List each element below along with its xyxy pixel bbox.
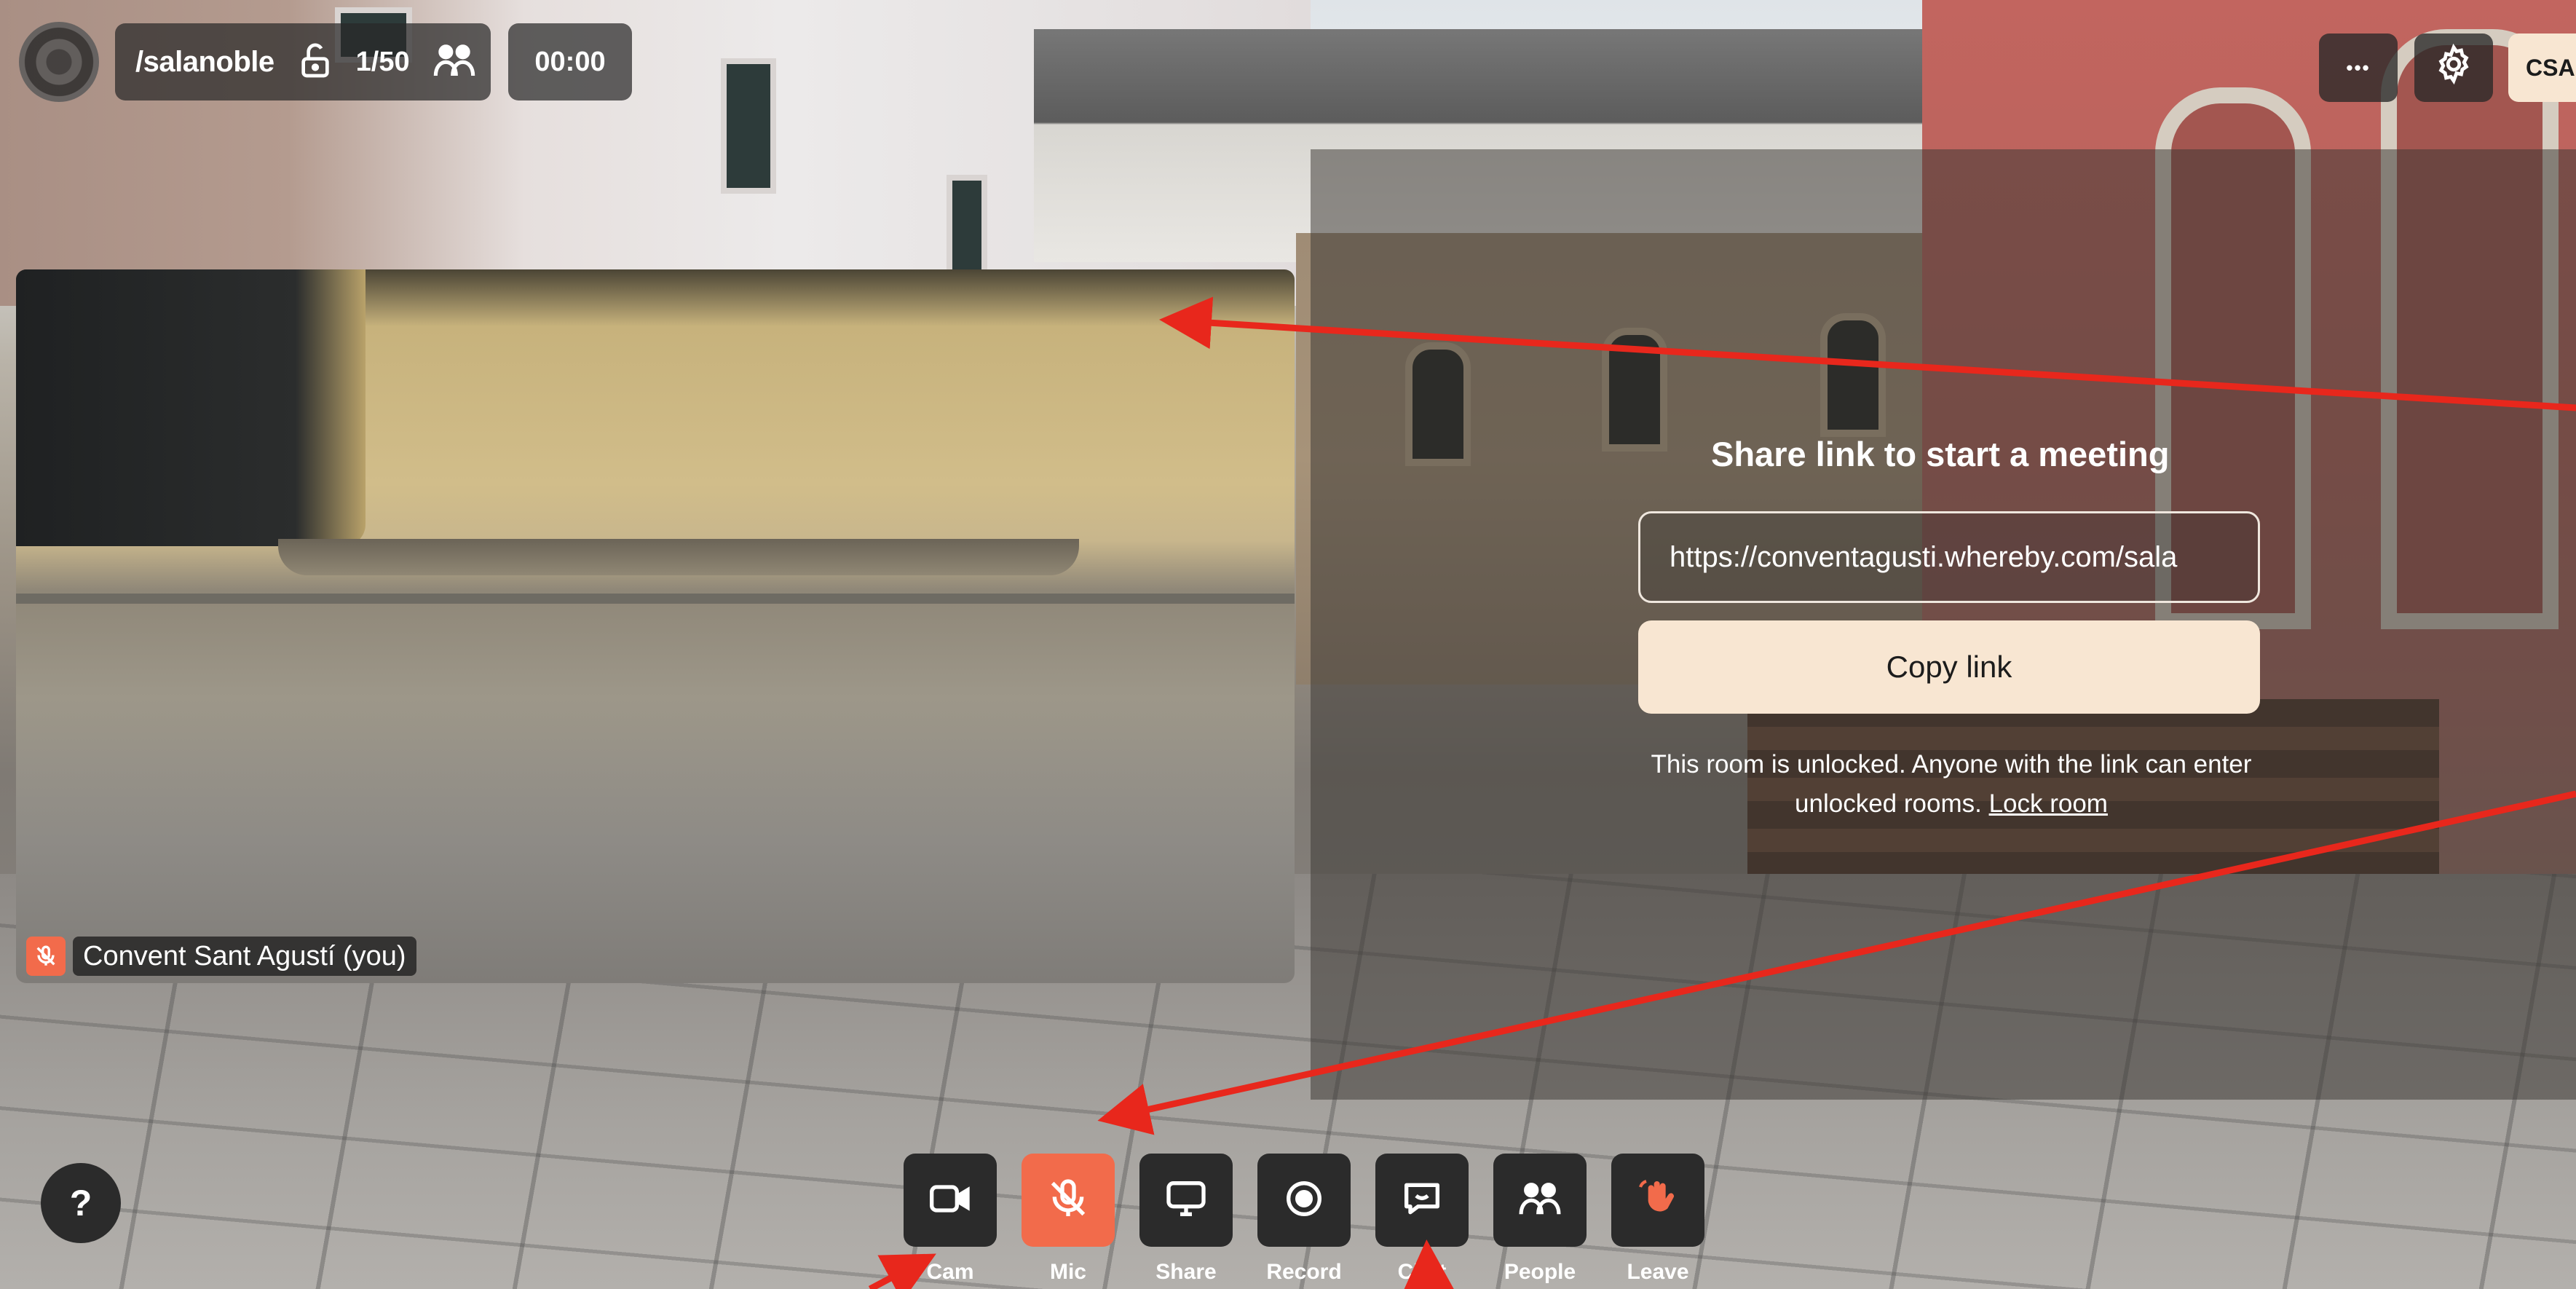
people-label: People <box>1504 1260 1576 1284</box>
leave-label: Leave <box>1627 1260 1689 1284</box>
share-panel-title: Share link to start a meeting <box>1711 435 2170 473</box>
cam-label: Cam <box>926 1260 974 1284</box>
video-frame-content <box>278 539 1079 575</box>
toolbar-people[interactable]: People <box>1493 1154 1587 1285</box>
record-label: Record <box>1266 1260 1342 1284</box>
record-icon <box>1281 1175 1327 1226</box>
record-button[interactable] <box>1257 1154 1351 1247</box>
participant-count: 1/50 <box>355 46 410 77</box>
mic-label: Mic <box>1049 1260 1086 1284</box>
timer-text: 00:00 <box>534 46 606 77</box>
share-label: Share <box>1155 1260 1217 1284</box>
unlocked-padlock-icon[interactable] <box>295 40 336 84</box>
chat-label: Chat <box>1397 1260 1447 1284</box>
participant-name: Convent Sant Agustí (you) <box>73 937 416 976</box>
self-video-tile[interactable] <box>16 269 1295 983</box>
mic-off-icon <box>1045 1175 1091 1226</box>
video-frame-content <box>16 594 1295 604</box>
monitor-icon <box>1163 1175 1209 1226</box>
room-logo[interactable] <box>19 22 99 102</box>
more-icon: ••• <box>2346 56 2371 79</box>
meeting-toolbar: Cam Mic Share Record Chat People Leave <box>903 1154 1705 1285</box>
more-options-button[interactable]: ••• <box>2319 33 2398 102</box>
people-icon <box>430 40 478 84</box>
toolbar-share[interactable]: Share <box>1139 1154 1233 1285</box>
toolbar-cam[interactable]: Cam <box>903 1154 997 1285</box>
room-name: /salanoble <box>135 45 274 78</box>
background-window <box>947 175 987 281</box>
meeting-timer: 00:00 <box>508 23 632 100</box>
gear-icon <box>2433 43 2475 93</box>
waving-hand-icon <box>1635 1175 1681 1226</box>
copy-link-button[interactable]: Copy link <box>1638 620 2260 714</box>
cam-button[interactable] <box>904 1154 997 1247</box>
help-button[interactable]: ? <box>41 1163 121 1243</box>
video-frame-content <box>16 269 366 546</box>
question-mark-icon: ? <box>69 1183 92 1223</box>
room-info-pill[interactable]: /salanoble 1/50 <box>115 23 491 100</box>
participant-name-tag: Convent Sant Agustí (you) <box>26 934 416 978</box>
mic-button[interactable] <box>1022 1154 1115 1247</box>
people-icon <box>1516 1177 1564 1224</box>
toolbar-record[interactable]: Record <box>1257 1154 1351 1285</box>
avatar-initials: CSA <box>2526 54 2575 81</box>
room-unlocked-notice: This room is unlocked. Anyone with the l… <box>1631 745 2272 824</box>
chat-button[interactable] <box>1375 1154 1469 1247</box>
mic-muted-icon <box>26 937 66 976</box>
background-window <box>721 58 776 194</box>
room-link-input[interactable] <box>1638 511 2260 603</box>
user-avatar[interactable]: CSA <box>2508 33 2576 102</box>
toolbar-chat[interactable]: Chat <box>1375 1154 1469 1285</box>
share-screen-button[interactable] <box>1139 1154 1233 1247</box>
toolbar-leave[interactable]: Leave <box>1611 1154 1705 1285</box>
chat-bubble-icon <box>1399 1175 1445 1226</box>
toolbar-mic[interactable]: Mic <box>1021 1154 1115 1285</box>
lock-room-link[interactable]: Lock room <box>1989 789 2108 818</box>
unlocked-message: This room is unlocked. Anyone with the l… <box>1651 750 2252 818</box>
settings-button[interactable] <box>2414 33 2493 102</box>
video-camera-icon <box>927 1175 973 1226</box>
leave-button[interactable] <box>1611 1154 1704 1247</box>
people-button[interactable] <box>1493 1154 1587 1247</box>
